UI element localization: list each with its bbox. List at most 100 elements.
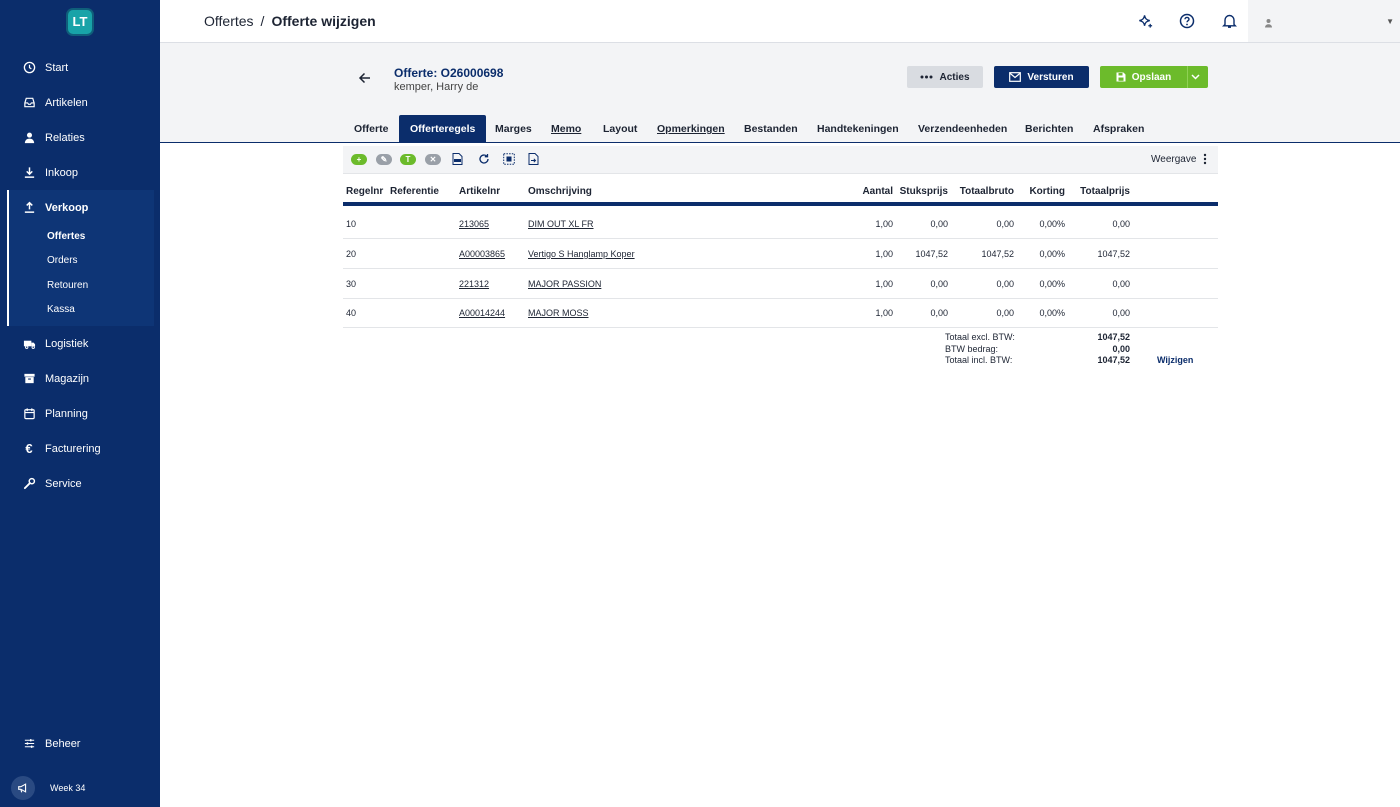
tab-afspraken[interactable]: Afspraken xyxy=(1082,115,1155,143)
tab-opmerkingen[interactable]: Opmerkingen xyxy=(646,115,736,143)
week-indicator[interactable]: Week 34 xyxy=(11,776,85,800)
edit-line-button[interactable]: ✎ xyxy=(376,153,392,165)
sidebar-item-start[interactable]: Start xyxy=(0,50,160,85)
col-regelnr[interactable]: Regelnr xyxy=(346,186,383,197)
file-import-icon xyxy=(528,153,539,165)
weergave-menu[interactable]: Weergave xyxy=(1151,153,1210,165)
cell-regelnr: 10 xyxy=(346,219,357,229)
sidebar-item-logistiek[interactable]: Logistiek xyxy=(0,326,160,361)
sidebar-item-planning[interactable]: Planning xyxy=(0,396,160,431)
cell-omschrijving-link[interactable]: DIM OUT XL FR xyxy=(528,219,594,229)
sidebar-item-artikelen[interactable]: Artikelen xyxy=(0,85,160,120)
col-artikelnr[interactable]: Artikelnr xyxy=(459,186,500,197)
sidebar-item-relaties[interactable]: Relaties xyxy=(0,120,160,155)
tab-offerteregels[interactable]: Offerteregels xyxy=(399,115,487,143)
breadcrumb-separator: / xyxy=(260,13,265,29)
breadcrumb-current: Offerte wijzigen xyxy=(271,13,376,29)
sidebar: LT Start Artikelen Relaties Inkoop Verko… xyxy=(0,0,160,807)
tab-verzendeenheden[interactable]: Verzendeenheden xyxy=(907,115,1018,143)
save-icon xyxy=(1116,72,1126,82)
cell-omschrijving-link[interactable]: MAJOR PASSION xyxy=(528,279,601,289)
sidebar-item-label: Beheer xyxy=(45,737,81,750)
sidebar-item-service[interactable]: Service xyxy=(0,466,160,501)
table-row[interactable]: 10 213065 DIM OUT XL FR 1,00 0,00 0,00 0… xyxy=(343,209,1218,239)
download-icon xyxy=(22,166,36,180)
back-arrow-icon[interactable] xyxy=(358,71,372,90)
cell-totaalbruto: 0,00 xyxy=(996,219,1014,229)
tab-memo[interactable]: Memo xyxy=(540,115,592,143)
cell-artikelnr-link[interactable]: 213065 xyxy=(459,219,489,229)
chevron-down-icon xyxy=(1190,74,1200,80)
select-all-button[interactable] xyxy=(503,153,515,165)
text-line-button[interactable]: T xyxy=(400,153,416,165)
col-stuksprijs[interactable]: Stuksprijs xyxy=(888,186,948,197)
cell-aantal: 1,00 xyxy=(875,249,893,259)
opslaan-button[interactable]: Opslaan xyxy=(1100,66,1187,88)
clock-icon xyxy=(22,61,36,75)
table-row[interactable]: 30 221312 MAJOR PASSION 1,00 0,00 0,00 0… xyxy=(343,269,1218,299)
tab-marges[interactable]: Marges xyxy=(484,115,543,143)
wrench-icon xyxy=(22,477,36,491)
sidebar-item-beheer[interactable]: Beheer xyxy=(0,726,160,761)
sidebar-item-facturering[interactable]: € Facturering xyxy=(0,431,160,466)
page-title: Offerte: O26000698 xyxy=(394,66,504,80)
tab-label: Opmerkingen xyxy=(657,123,725,135)
cell-regelnr: 20 xyxy=(346,249,357,259)
tab-bestanden[interactable]: Bestanden xyxy=(733,115,809,143)
sidebar-item-label: Relaties xyxy=(45,131,85,144)
wijzigen-link[interactable]: Wijzigen xyxy=(1157,355,1193,365)
cell-stuksprijs: 0,00 xyxy=(930,219,948,229)
add-line-button[interactable]: + xyxy=(351,153,367,165)
tab-handtekeningen[interactable]: Handtekeningen xyxy=(806,115,910,143)
sidebar-subitem-kassa[interactable]: Kassa xyxy=(47,304,75,315)
table-row[interactable]: 40 A00014244 MAJOR MOSS 1,00 0,00 0,00 0… xyxy=(343,298,1218,328)
chevron-down-icon: ▼ xyxy=(1386,17,1394,26)
versturen-button[interactable]: Versturen xyxy=(994,66,1089,88)
cell-totaalprijs: 1047,52 xyxy=(1097,249,1130,259)
cell-omschrijving-link[interactable]: Vertigo S Hanglamp Koper xyxy=(528,249,635,259)
table-row[interactable]: 20 A00003865 Vertigo S Hanglamp Koper 1,… xyxy=(343,239,1218,269)
app-logo[interactable]: LT xyxy=(68,10,92,34)
help-icon[interactable] xyxy=(1178,12,1196,30)
cell-aantal: 1,00 xyxy=(875,279,893,289)
cell-artikelnr-link[interactable]: A00014244 xyxy=(459,308,505,318)
cell-totaalbruto: 0,00 xyxy=(996,279,1014,289)
kebab-icon xyxy=(1204,153,1207,165)
refresh-button[interactable] xyxy=(478,153,490,165)
bell-icon[interactable] xyxy=(1220,12,1238,30)
import-file-button[interactable] xyxy=(528,153,539,165)
col-totaalprijs[interactable]: Totaalprijs xyxy=(1063,186,1130,197)
export-csv-button[interactable] xyxy=(452,153,463,165)
cell-artikelnr-link[interactable]: A00003865 xyxy=(459,249,505,259)
sidebar-item-verkoop[interactable]: Verkoop xyxy=(0,190,160,225)
col-aantal[interactable]: Aantal xyxy=(843,186,893,197)
tab-layout[interactable]: Layout xyxy=(592,115,648,143)
tab-label: Layout xyxy=(603,123,638,135)
col-totaalbruto[interactable]: Totaalbruto xyxy=(943,186,1014,197)
tab-berichten[interactable]: Berichten xyxy=(1014,115,1084,143)
cell-omschrijving-link[interactable]: MAJOR MOSS xyxy=(528,308,589,318)
col-korting[interactable]: Korting xyxy=(1013,186,1065,197)
sidebar-subitem-orders[interactable]: Orders xyxy=(47,255,78,266)
col-referentie[interactable]: Referentie xyxy=(390,186,439,197)
delete-line-button[interactable]: ✕ xyxy=(425,153,441,165)
pencil-icon: ✎ xyxy=(376,153,392,165)
acties-label: Acties xyxy=(939,71,970,83)
sidebar-subitem-offertes[interactable]: Offertes xyxy=(47,231,85,242)
table-header: Regelnr Referentie Artikelnr Omschrijvin… xyxy=(343,178,1218,206)
inbox-icon xyxy=(22,96,36,110)
cell-artikelnr-link[interactable]: 221312 xyxy=(459,279,489,289)
col-omschrijving[interactable]: Omschrijving xyxy=(528,186,592,197)
cell-regelnr: 40 xyxy=(346,308,357,318)
user-menu[interactable]: ▼ xyxy=(1248,0,1400,42)
sidebar-item-inkoop[interactable]: Inkoop xyxy=(0,155,160,190)
sparkle-icon[interactable] xyxy=(1136,12,1154,30)
sidebar-subitem-retouren[interactable]: Retouren xyxy=(47,280,88,291)
acties-button[interactable]: Acties xyxy=(907,66,983,88)
sidebar-item-label: Facturering xyxy=(45,442,101,455)
tab-offerte[interactable]: Offerte xyxy=(343,115,399,143)
opslaan-dropdown-button[interactable] xyxy=(1187,66,1208,88)
sidebar-item-magazijn[interactable]: Magazijn xyxy=(0,361,160,396)
breadcrumb: Offertes / Offerte wijzigen xyxy=(204,13,376,29)
breadcrumb-offertes[interactable]: Offertes xyxy=(204,13,254,29)
